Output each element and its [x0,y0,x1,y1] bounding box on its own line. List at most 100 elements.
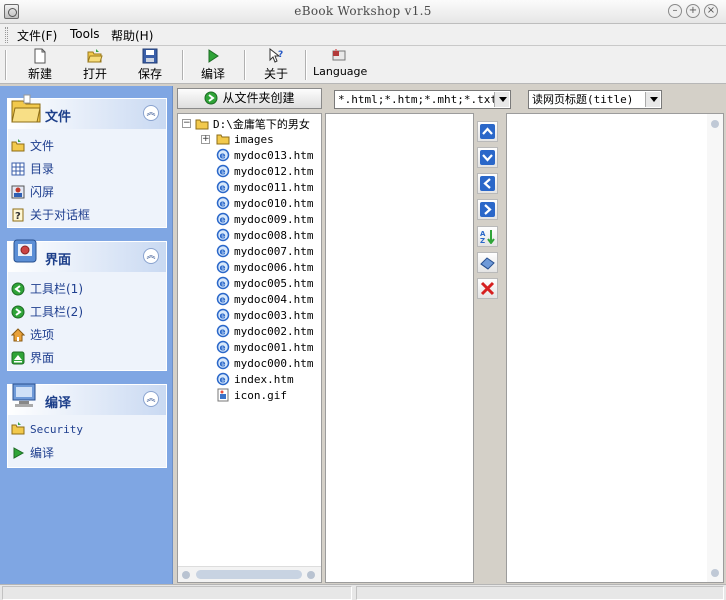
sidebar-item-security[interactable]: Security [11,422,83,440]
tree-file[interactable]: e mydoc007.htm [216,244,313,260]
toolbar-separator [182,50,184,80]
maximize-button[interactable]: + [686,4,700,18]
tree-file[interactable]: e mydoc013.htm [216,148,313,164]
new-label: 新建 [27,67,52,81]
tree-file[interactable]: icon.gif [216,388,287,404]
html-file-icon: e [216,228,230,242]
open-folder-icon [87,49,103,63]
open-folder-icon [11,422,25,435]
html-file-icon: e [216,276,230,290]
move-up-icon [480,124,495,139]
vertical-scrollbar[interactable] [707,114,723,582]
compile-panel-header[interactable]: 编译 ︽ [8,383,166,415]
help-doc-icon: ? [12,208,24,222]
clear-button[interactable] [477,252,498,273]
folder-tree[interactable]: − D:\金庸笔下的男女 + images e mydoc013.htm e mydoc0… [177,113,322,583]
tree-file[interactable]: e mydoc005.htm [216,276,313,292]
title-mode-select[interactable]: 读网页标题(title) [528,90,662,109]
about-button[interactable]: ? 关于 [258,48,294,82]
collapse-chevron-icon[interactable]: ︽ [143,248,159,264]
tree-item-label: mydoc005.htm [234,277,314,290]
file-panel-header[interactable]: 文件 ︽ [8,94,166,129]
tree-file[interactable]: e mydoc003.htm [216,308,313,324]
tree-file[interactable]: e mydoc012.htm [216,164,313,180]
ui-panel-title: 界面 [45,253,72,268]
chevron-down-icon[interactable] [645,92,660,107]
computer-icon [12,383,36,407]
tree-file[interactable]: e mydoc000.htm [216,356,313,372]
save-button[interactable]: 保存 [132,48,168,82]
picture-icon [11,185,25,199]
tree-file[interactable]: e mydoc011.htm [216,180,313,196]
tree-item-label: mydoc009.htm [234,213,314,226]
tree-file[interactable]: e mydoc008.htm [216,228,313,244]
move-right-button[interactable] [477,199,498,220]
toolbar-separator [244,50,246,80]
tree-folder[interactable]: images [216,132,274,148]
collapse-tree-icon[interactable]: − [182,119,191,128]
scroll-left-icon[interactable] [182,571,190,579]
sidebar-item-toc[interactable]: 目录 [11,160,54,178]
scroll-thumb[interactable] [196,570,302,579]
tree-item-label: icon.gif [234,389,287,402]
toolbar-separator [5,50,7,80]
sidebar-item-about-dialog[interactable]: ? 关于对话框 [11,206,90,224]
tree-file[interactable]: e mydoc006.htm [216,260,313,276]
svg-text:e: e [220,200,226,210]
tree-file[interactable]: e mydoc009.htm [216,212,313,228]
horizontal-scrollbar[interactable] [178,566,321,582]
move-down-icon [480,150,495,165]
minimize-button[interactable]: – [668,4,682,18]
sidebar-item-splash[interactable]: 闪屏 [11,183,54,201]
ui-panel-header[interactable]: 界面 ︽ [8,239,166,272]
collapse-chevron-icon[interactable]: ︽ [143,105,159,121]
sidebar-item-options[interactable]: 选项 [11,326,54,344]
move-left-button[interactable] [477,173,498,194]
menu-bar: 文件(F) Tools 帮助(H) [0,24,726,46]
ui-panel: 界面 ︽ 工具栏(1) 工具栏(2) 选项 界面 [7,239,167,371]
menu-file[interactable]: 文件(F) [17,27,57,43]
move-up-button[interactable] [477,121,498,142]
tree-root-label: D:\金庸笔下的男女 [213,118,310,131]
scroll-right-icon[interactable] [307,571,315,579]
language-button[interactable]: Language [313,48,367,82]
sidebar-item-interface[interactable]: 界面 [11,349,54,367]
chevron-down-icon[interactable] [494,92,509,107]
scroll-down-icon[interactable] [711,569,719,577]
menu-help[interactable]: 帮助(H) [111,27,153,43]
help-pointer-icon: ? [269,48,283,63]
sidebar-item-toolbar2[interactable]: 工具栏(2) [11,303,83,321]
sidebar-item-label: 选项 [30,328,55,342]
open-button[interactable]: 打开 [77,48,113,82]
menu-tools[interactable]: Tools [70,27,100,43]
scroll-up-icon[interactable] [711,120,719,128]
clear-icon [480,257,495,270]
tree-file[interactable]: e mydoc010.htm [216,196,313,212]
delete-button[interactable] [477,278,498,299]
sidebar-item-compile[interactable]: 编译 [11,444,54,462]
page-list[interactable] [325,113,474,583]
create-from-folder-button[interactable]: 从文件夹创建 [177,88,322,109]
svg-text:e: e [220,184,226,194]
sidebar-item-toolbar1[interactable]: 工具栏(1) [11,280,83,298]
collapse-chevron-icon[interactable]: ︽ [143,391,159,407]
new-button[interactable]: 新建 [22,48,58,82]
sidebar-item-label: 文件 [30,139,55,153]
compile-button[interactable]: 编译 [195,48,231,82]
create-from-folder-label: 从文件夹创建 [222,91,295,105]
sort-button[interactable]: AZ [477,226,498,247]
tree-file[interactable]: e mydoc004.htm [216,292,313,308]
tree-root[interactable]: D:\金庸笔下的男女 [195,116,310,132]
tree-item-label: mydoc008.htm [234,229,314,242]
tree-file[interactable]: e index.htm [216,372,294,388]
close-button[interactable]: × [704,4,718,18]
tree-file[interactable]: e mydoc002.htm [216,324,313,340]
sidebar-item-file[interactable]: 文件 [11,137,54,155]
move-down-button[interactable] [477,147,498,168]
output-list[interactable] [506,113,724,583]
expand-tree-icon[interactable]: + [201,135,210,144]
tree-file[interactable]: e mydoc001.htm [216,340,313,356]
file-filter-select[interactable]: *.html;*.htm;*.mht;*.txt [334,90,511,109]
menu-grip[interactable] [5,27,8,43]
title-mode-value: 读网页标题(title) [532,93,634,106]
